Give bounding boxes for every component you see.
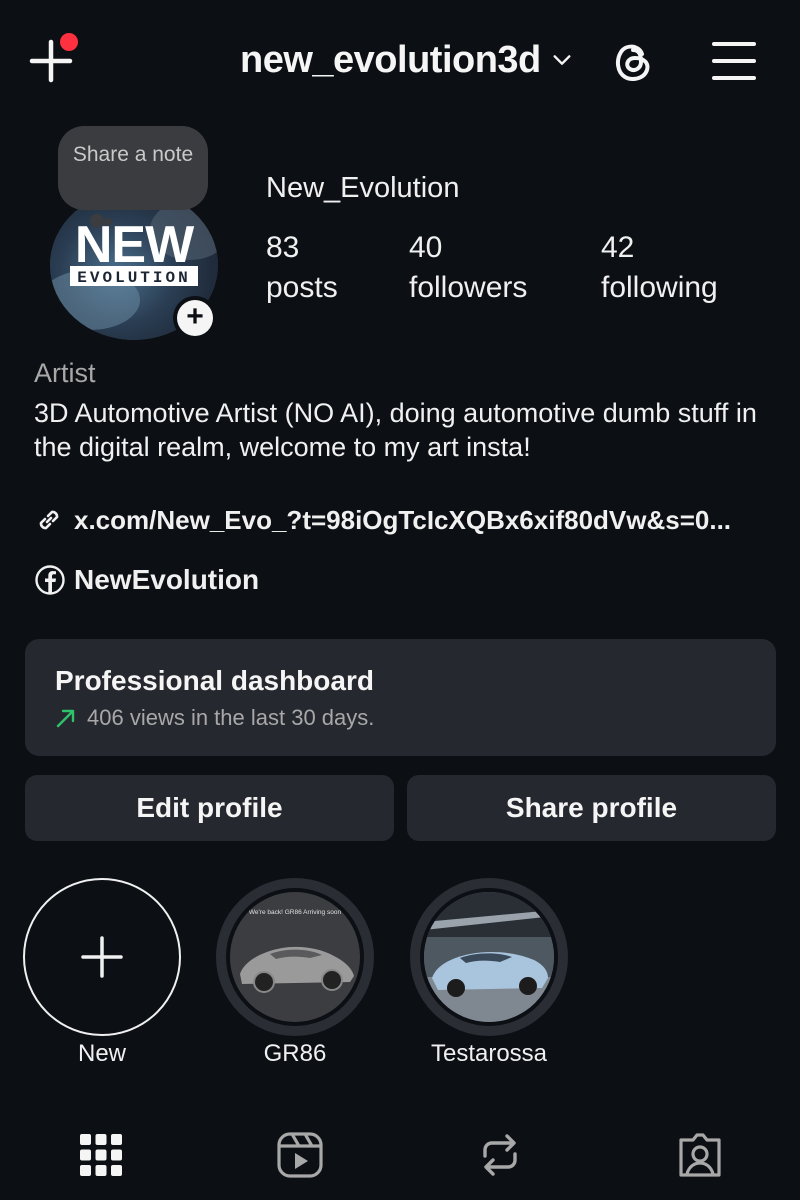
chevron-down-icon (553, 55, 571, 65)
tab-tagged[interactable] (675, 1130, 725, 1180)
avatar-logo-subtext: EVOLUTION (77, 269, 190, 287)
note-text: Share a note (72, 143, 194, 166)
facebook-name: NewEvolution (74, 564, 260, 595)
highlight-label: New (77, 1040, 126, 1067)
dashboard-title: Professional dashboard (55, 665, 374, 696)
threads-button[interactable] (608, 36, 658, 86)
highlight-label: GR86 (263, 1040, 327, 1067)
stat-value: 83 (266, 231, 300, 264)
bio-link[interactable]: x.com/New_Evo_?t=98iOgTcIcXQBx6xif80dVw&… (34, 502, 774, 538)
dashboard-views-text: 406 views in the last 30 days. (87, 705, 375, 730)
tab-posts[interactable] (76, 1130, 126, 1180)
reels-icon (277, 1132, 323, 1178)
display-name: New_Evolution (266, 172, 460, 204)
notification-dot (60, 33, 78, 51)
plus-icon (81, 936, 123, 978)
profile-category: Artist (34, 358, 96, 388)
facebook-link[interactable]: NewEvolution (34, 562, 259, 598)
stat-label: followers (409, 271, 528, 304)
trend-up-icon (56, 709, 75, 728)
username: new_evolution3d (240, 38, 541, 81)
professional-dashboard[interactable]: Professional dashboard 406 views in the … (25, 639, 776, 756)
stat-value: 40 (409, 231, 443, 264)
highlight-caption: We're back! GR86 Arriving soon (249, 909, 342, 916)
account-switcher[interactable]: new_evolution3d (240, 36, 573, 84)
plus-icon: + (177, 300, 213, 336)
menu-button[interactable] (708, 36, 760, 86)
tab-reels[interactable] (275, 1130, 325, 1180)
edit-profile-button[interactable]: Edit profile (25, 775, 394, 841)
stat-following[interactable]: 42 following (601, 228, 718, 308)
link-icon (39, 510, 59, 530)
highlight-cover-image (424, 892, 554, 1022)
stat-followers[interactable]: 40 followers (409, 228, 527, 308)
bio: 3D Automotive Artist (NO AI), doing auto… (34, 398, 757, 462)
note-bubble[interactable]: Share a note (58, 126, 208, 210)
stat-label: posts (266, 271, 338, 304)
highlight-cover-image: We're back! GR86 Arriving soon (230, 892, 360, 1022)
tab-reposts[interactable] (475, 1130, 525, 1180)
highlight-label: Testarossa (430, 1040, 548, 1067)
stat-value: 42 (601, 231, 635, 264)
grid-icon (80, 1134, 122, 1176)
highlight-gr86[interactable]: We're back! GR86 Arriving soon (216, 878, 374, 1036)
stat-posts[interactable]: 83 posts (266, 228, 338, 308)
note-tail (90, 214, 104, 228)
dashboard-subtitle: 406 views in the last 30 days. (55, 705, 374, 731)
facebook-icon (35, 565, 65, 595)
new-highlight-button[interactable] (23, 878, 181, 1036)
tagged-icon (679, 1133, 721, 1177)
stat-label: following (601, 271, 718, 304)
add-story-button[interactable]: + (173, 296, 217, 340)
threads-icon (615, 44, 650, 81)
bio-link-text: x.com/New_Evo_?t=98iOgTcIcXQBx6xif80dVw&… (74, 504, 732, 535)
hamburger-icon (712, 42, 756, 80)
note-tail (104, 218, 112, 226)
highlight-testarossa[interactable] (410, 878, 568, 1036)
repost-icon (483, 1134, 517, 1176)
share-profile-button[interactable]: Share profile (407, 775, 776, 841)
